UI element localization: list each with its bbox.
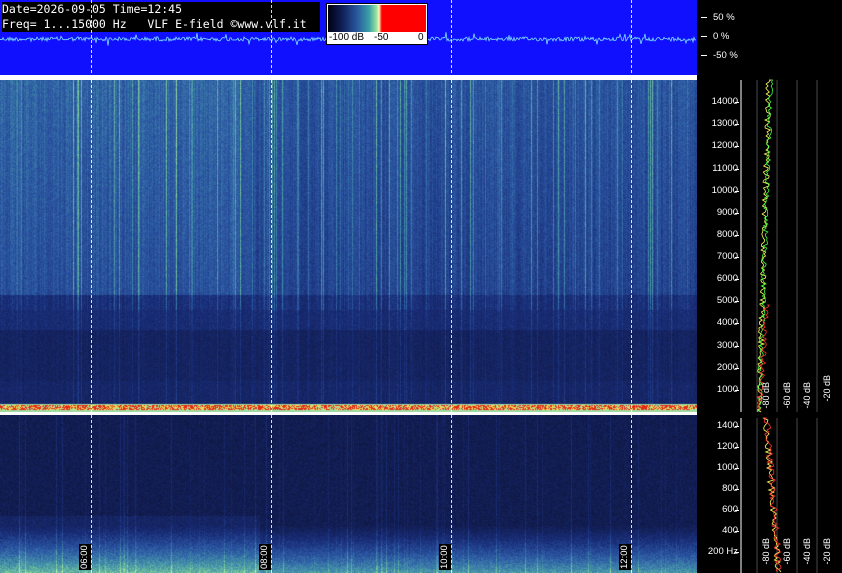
frequency-label: 3000 [716,339,738,351]
db-label: -20 dB [822,538,832,565]
frequency-label: 1000 [716,383,738,395]
frequency-label: 13000 [711,118,738,130]
frequency-label: 400 [722,524,738,536]
frequency-label: 9000 [716,206,738,218]
scale-label-mid: -50 [374,32,389,43]
info-box: Date=2026-09-05 Time=12:45 Freq= 1...150… [2,2,320,32]
frequency-label: 12000 [711,140,738,152]
spectrogram-main [0,80,697,412]
db-label: -80 dB [761,538,771,565]
frequency-axis-panel: 14000 13000 12000 11000 10000 9000 8000 7000 600… [697,75,842,573]
amplitude-label: 0 % [713,31,730,42]
frequency-label: 2000 [716,361,738,373]
frequency-label: 14000 [711,96,738,108]
frequency-label: 1400 [716,419,738,431]
db-label: -40 dB [802,382,812,409]
frequency-label: Freq= 1...15000 Hz VLF E-field ©www.vlf.… [2,17,307,31]
frequency-label: 6000 [716,273,738,285]
time-gridline [91,0,92,573]
frequency-label: 7000 [716,251,738,263]
frequency-label: 5000 [716,295,738,307]
date-time-label: Date=2026-09-05 Time=12:45 [2,2,183,16]
color-scale-gradient [328,5,426,32]
frequency-label: 600 [722,503,738,515]
time-gridline [631,0,632,573]
frequency-label: 8000 [716,228,738,240]
frequency-label: 1000 [716,461,738,473]
frequency-label: 10000 [711,184,738,196]
amplitude-axis: 50 % 0 % -50 % [697,0,842,75]
db-label: -60 dB [782,538,792,565]
time-label: 08:00 [259,544,271,570]
frequency-label: 4000 [716,317,738,329]
color-scale-legend: -100 dB -50 0 [326,3,428,45]
db-label: -40 dB [802,538,812,565]
frequency-label: 11000 [712,162,738,174]
amplitude-label: -50 % [713,50,738,61]
frequency-label: 200 Hz [707,545,738,557]
scale-label-min: -100 dB [329,32,365,43]
amplitude-label: 50 % [713,12,735,23]
time-gridline [451,0,452,573]
time-gridline [271,0,272,573]
db-label: -80 dB [761,382,771,409]
db-label: -60 dB [782,382,792,409]
frequency-label: 800 [722,482,738,494]
time-label: 12:00 [619,544,631,570]
time-label: 06:00 [79,544,91,570]
spectrogram-low-frequency [0,415,697,573]
time-label: 10:00 [439,544,451,570]
db-label: -20 dB [822,375,832,402]
scale-label-max: 0 [418,32,424,43]
frequency-label: 1200 [716,440,738,452]
